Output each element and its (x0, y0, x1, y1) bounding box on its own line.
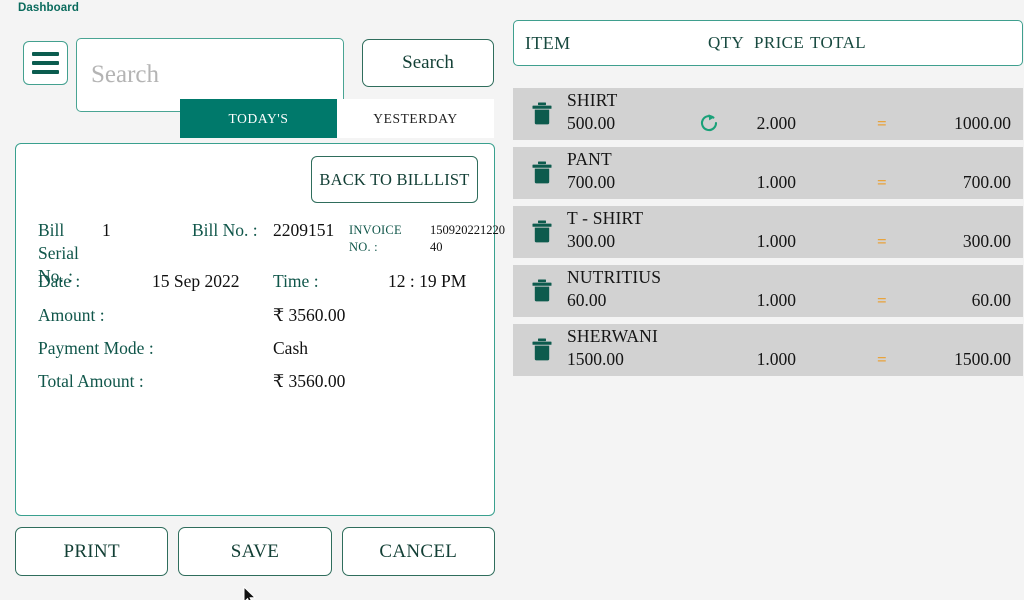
item-row[interactable]: NUTRITIUS60.001.000=60.00 (513, 265, 1023, 317)
equals-symbol: = (877, 291, 887, 311)
bill-no-value: 2209151 (273, 219, 334, 242)
tab-yesterday[interactable]: YESTERDAY (337, 99, 494, 138)
breadcrumb: Dashboard (18, 2, 79, 14)
item-price: 60.00 (567, 290, 606, 311)
invoice-no-label: INVOICE NO. : (349, 222, 411, 256)
item-price: 500.00 (567, 113, 615, 134)
tab-todays[interactable]: TODAY'S (180, 99, 337, 138)
trash-icon[interactable] (531, 102, 553, 126)
item-qty: 1.000 (728, 231, 796, 252)
column-header-total: TOTAL (810, 33, 866, 53)
item-total: 700.00 (963, 172, 1011, 193)
items-list: SHIRT500.002.000=1000.00PANT700.001.000=… (513, 88, 1023, 383)
bill-serial-row: Bill Serial No. : 1 Bill No. : 2209151 I… (24, 219, 488, 271)
bill-no-label: Bill No. : (192, 219, 258, 242)
item-qty: 1.000 (728, 172, 796, 193)
bill-details-card: BACK TO BILLLIST Bill Serial No. : 1 Bil… (15, 143, 495, 516)
equals-symbol: = (877, 114, 887, 134)
day-filter-tabs: TODAY'S YESTERDAY (180, 99, 494, 138)
bill-total-row: Total Amount : ₹ 3560.00 (24, 371, 488, 404)
item-row[interactable]: T - SHIRT300.001.000=300.00 (513, 206, 1023, 258)
column-header-qty: QTY (708, 33, 744, 53)
save-button[interactable]: SAVE (178, 527, 331, 576)
equals-symbol: = (877, 350, 887, 370)
print-button[interactable]: PRINT (15, 527, 168, 576)
item-total: 1000.00 (954, 113, 1011, 134)
item-total: 1500.00 (954, 349, 1011, 370)
toolbar: Search (0, 20, 505, 92)
item-name: T - SHIRT (567, 208, 643, 229)
payment-mode-label: Payment Mode : (38, 338, 154, 359)
time-label: Time : (273, 271, 319, 292)
item-name: SHIRT (567, 90, 618, 111)
hamburger-bar (32, 52, 59, 56)
trash-icon[interactable] (531, 220, 553, 244)
amount-value: ₹ 3560.00 (273, 305, 345, 326)
action-buttons: PRINT SAVE CANCEL (15, 527, 495, 576)
items-table-header: ITEM QTY PRICE TOTAL (513, 20, 1023, 66)
time-value: 12 : 19 PM (388, 271, 466, 292)
total-amount-value: ₹ 3560.00 (273, 371, 345, 392)
search-button[interactable]: Search (362, 39, 494, 87)
item-total: 300.00 (963, 231, 1011, 252)
item-qty: 1.000 (728, 349, 796, 370)
hamburger-menu-icon[interactable] (23, 41, 68, 85)
item-row[interactable]: PANT700.001.000=700.00 (513, 147, 1023, 199)
back-to-billlist-button[interactable]: BACK TO BILLLIST (311, 156, 478, 203)
payment-mode-value: Cash (273, 338, 308, 359)
item-price: 700.00 (567, 172, 615, 193)
amount-label: Amount : (38, 305, 105, 326)
item-qty: 2.000 (728, 113, 796, 134)
date-value: 15 Sep 2022 (152, 271, 240, 292)
bill-datetime-row: Date : 15 Sep 2022 Time : 12 : 19 PM (24, 271, 488, 305)
hamburger-bar (32, 61, 59, 65)
equals-symbol: = (877, 232, 887, 252)
item-name: SHERWANI (567, 326, 658, 347)
left-panel: Dashboard Search TODAY'S YESTERD (0, 0, 505, 600)
app-root: Dashboard Search TODAY'S YESTERD (0, 0, 1024, 600)
bill-payment-mode-row: Payment Mode : Cash (24, 338, 488, 371)
item-name: PANT (567, 149, 612, 170)
item-price: 1500.00 (567, 349, 624, 370)
invoice-no-value: 15092022122040 (430, 222, 508, 256)
item-price: 300.00 (567, 231, 615, 252)
equals-symbol: = (877, 173, 887, 193)
refresh-circular-arrow-icon[interactable] (698, 112, 720, 134)
trash-icon[interactable] (531, 161, 553, 185)
item-row[interactable]: SHERWANI1500.001.000=1500.00 (513, 324, 1023, 376)
trash-icon[interactable] (531, 338, 553, 362)
hamburger-bar (32, 70, 59, 74)
cancel-button[interactable]: CANCEL (342, 527, 495, 576)
items-panel: ITEM QTY PRICE TOTAL SHIRT500.00 2.000 = 10… (512, 0, 1024, 600)
item-qty: 1.000 (728, 290, 796, 311)
bill-amount-row: Amount : ₹ 3560.00 (24, 305, 488, 338)
bill-fields: Bill Serial No. : 1 Bill No. : 2209151 I… (24, 219, 488, 404)
trash-icon[interactable] (531, 279, 553, 303)
item-total: 60.00 (972, 290, 1011, 311)
column-header-price: PRICE (754, 33, 804, 53)
item-row[interactable]: SHIRT500.00 2.000 = 1000.00 (513, 88, 1023, 140)
total-amount-label: Total Amount : (38, 371, 144, 392)
item-name: NUTRITIUS (567, 267, 661, 288)
date-label: Date : (38, 271, 80, 292)
bill-serial-value: 1 (102, 219, 111, 242)
column-header-item: ITEM (525, 33, 571, 54)
